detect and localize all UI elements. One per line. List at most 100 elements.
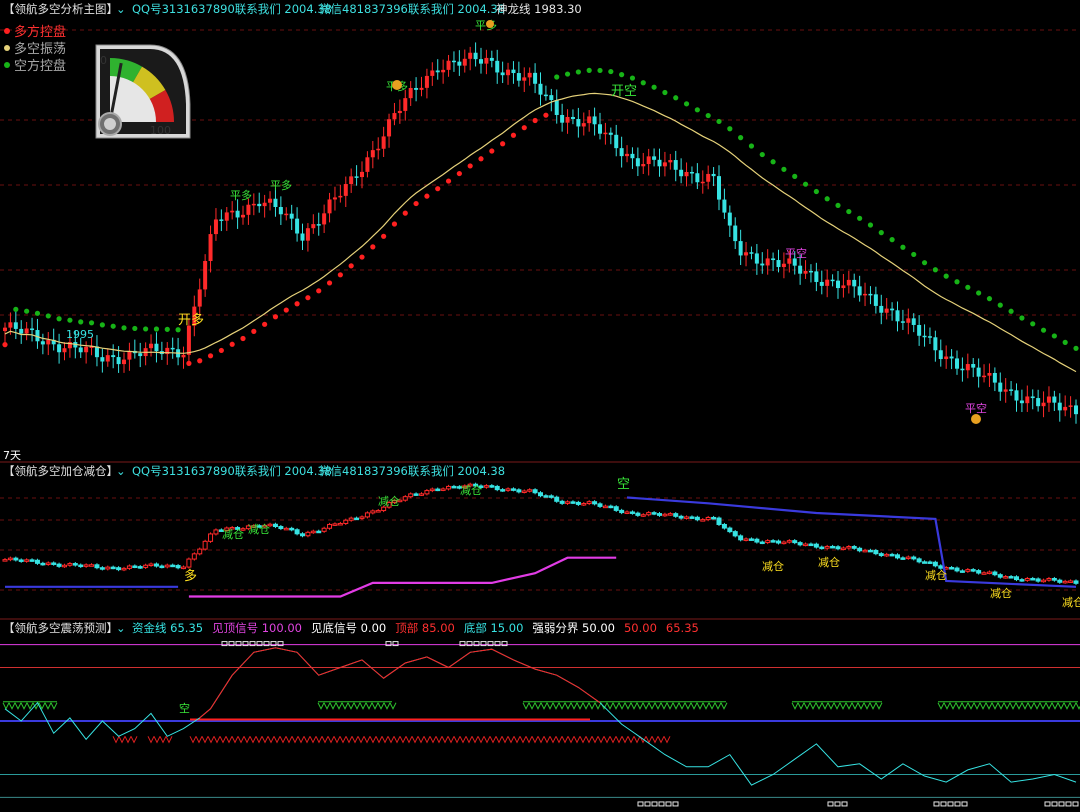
candle-body xyxy=(895,310,900,322)
candle-body xyxy=(403,98,408,111)
candle-body xyxy=(300,233,305,241)
bear-control-dot xyxy=(673,95,679,101)
candle-body xyxy=(781,263,786,268)
candle-body xyxy=(1008,576,1014,579)
candle-body xyxy=(846,279,851,286)
candle-body xyxy=(1046,396,1051,403)
candle-body xyxy=(149,343,154,349)
bear-control-dot xyxy=(1062,339,1068,345)
period-label: 7天 xyxy=(3,449,21,462)
candle-body xyxy=(3,327,7,332)
bear-control-dot xyxy=(640,80,646,86)
candle-body xyxy=(738,241,743,256)
candle-body xyxy=(657,513,662,516)
bear-control-dot xyxy=(143,326,149,332)
bear-control-dot xyxy=(554,74,560,80)
signal-reduce-5: 减仓 xyxy=(762,559,784,573)
candle-body xyxy=(360,171,364,178)
candle-body xyxy=(522,77,527,81)
bear-control-dot xyxy=(997,302,1003,308)
bull-control-dot xyxy=(186,360,192,366)
candle-body xyxy=(381,136,386,149)
bear-control-dot xyxy=(24,308,30,314)
candle-body xyxy=(565,116,570,123)
candle-body xyxy=(873,549,879,555)
candle-body xyxy=(484,57,489,64)
legend-label-range: 多空振荡 xyxy=(14,41,66,57)
candle-body xyxy=(868,293,873,296)
candle-body xyxy=(197,289,202,307)
candle-body xyxy=(538,492,543,497)
candle-body xyxy=(727,212,732,226)
candle-body xyxy=(592,116,597,125)
bear-control-dot xyxy=(986,296,993,302)
candle-body xyxy=(798,265,803,274)
candle-body xyxy=(954,567,960,572)
panel2-title[interactable]: 【领航多空加仓减仓】 xyxy=(3,464,118,478)
panel1-title[interactable]: 【领航多空分析主图】 xyxy=(3,2,118,16)
bear-control-dot xyxy=(770,159,776,165)
candle-body xyxy=(727,527,733,533)
panel1-qq-info: QQ号3131637890联系我们 2004.38 xyxy=(132,2,332,16)
bull-control-dot xyxy=(435,186,441,192)
candle-body xyxy=(575,501,581,505)
candle-body xyxy=(408,87,413,99)
candle-body xyxy=(554,496,560,502)
signal-reduce-7: 减仓 xyxy=(925,568,947,582)
candle-body xyxy=(830,279,835,282)
bear-control-dot xyxy=(921,260,928,266)
candle-body xyxy=(111,355,116,358)
candle-body xyxy=(343,519,349,524)
panel2-chevron-icon[interactable]: ⌄ xyxy=(116,464,126,478)
indicator-value-7: 65.35 xyxy=(666,621,699,635)
indicator-value-3: 顶部 85.00 xyxy=(395,621,455,635)
candle-body xyxy=(116,567,122,571)
candle-body xyxy=(208,234,213,261)
candle-body xyxy=(846,546,852,549)
bull-control-dot xyxy=(240,335,246,342)
panel1-chevron-icon[interactable]: ⌄ xyxy=(116,2,126,16)
candle-body xyxy=(532,489,538,494)
candle-body xyxy=(673,160,678,170)
candle-body xyxy=(679,169,684,177)
bull-control-dot xyxy=(500,141,506,147)
candle-body xyxy=(1057,579,1063,583)
legend-dot-bear xyxy=(4,62,10,68)
bear-control-dot xyxy=(1008,308,1014,314)
signal-close-long-1: 平多 xyxy=(230,188,252,202)
candle-body xyxy=(965,569,971,572)
candle-body xyxy=(132,565,138,568)
candle-body xyxy=(776,260,781,268)
bear-control-dot xyxy=(34,310,41,316)
candle-body xyxy=(754,253,759,264)
candle-body xyxy=(613,506,619,511)
candle-body xyxy=(982,375,987,378)
trading-chart[interactable]: 【领航多空分析主图】 ⌄ QQ号3131637890联系我们 2004.38 微… xyxy=(0,0,1080,812)
candle-body xyxy=(933,337,938,351)
candle-body xyxy=(230,210,235,213)
candle-body xyxy=(1068,405,1073,407)
candle-body xyxy=(1014,390,1019,401)
candle-body xyxy=(327,523,333,529)
panel3-chevron-icon[interactable]: ⌄ xyxy=(116,621,126,635)
candle-body xyxy=(911,318,916,325)
candle-body xyxy=(24,328,29,334)
candle-body xyxy=(944,356,949,360)
money-bag-icon xyxy=(486,20,494,28)
candle-body xyxy=(927,336,932,338)
candle-body xyxy=(1041,579,1047,583)
candle-body xyxy=(884,308,889,313)
indicator-value-1: 见顶信号 100.00 xyxy=(212,621,302,635)
bear-control-dot xyxy=(954,279,960,285)
candle-body xyxy=(13,322,18,329)
panel3-title[interactable]: 【领航多空震荡预测】 xyxy=(3,621,118,635)
candle-body xyxy=(538,83,543,95)
candle-body xyxy=(500,72,505,76)
candle-body xyxy=(419,493,424,496)
candle-body xyxy=(835,546,841,550)
panel3-indicator-values: 资金线 65.35 见顶信号 100.00 见底信号 0.00 顶部 85.00 底部 … xyxy=(132,621,699,635)
candle-body xyxy=(127,350,132,360)
candle-body xyxy=(759,541,765,545)
candle-body xyxy=(370,510,376,514)
bear-control-dot xyxy=(575,69,581,75)
